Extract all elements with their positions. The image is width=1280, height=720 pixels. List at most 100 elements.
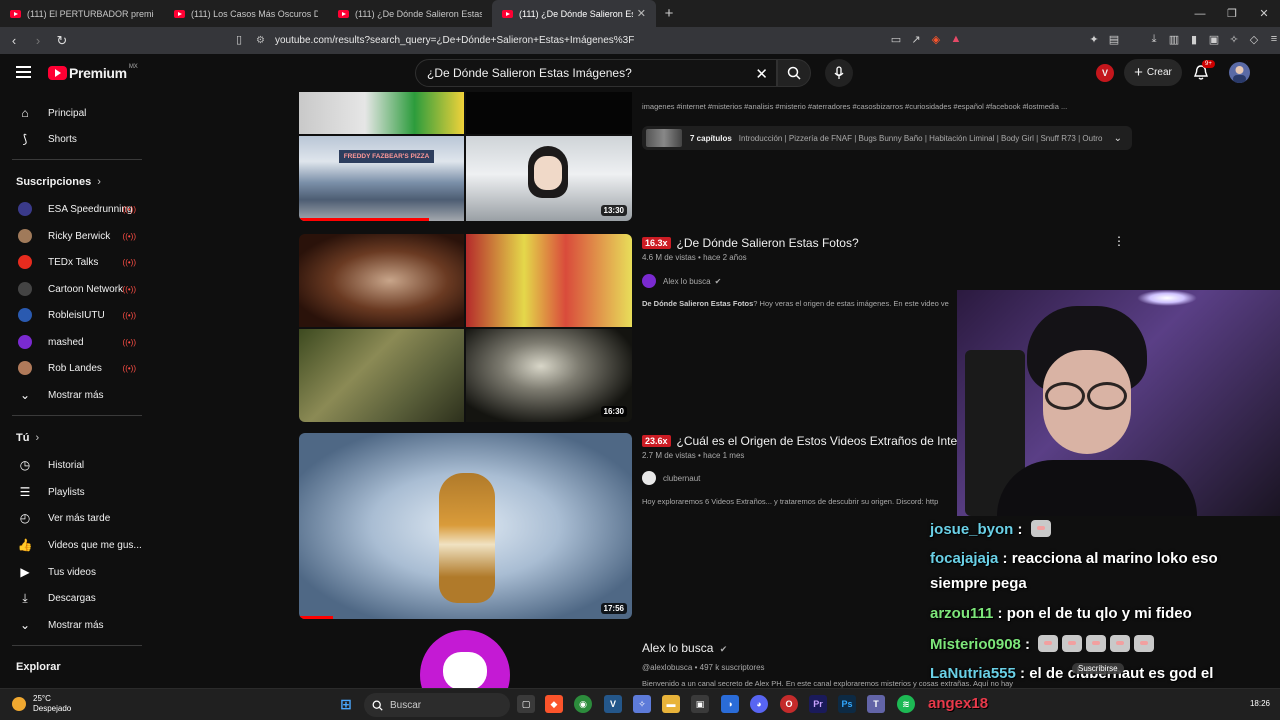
taskbar-search[interactable]: Buscar — [364, 693, 510, 717]
channel-meta: @alexlobusca • 497 k suscriptores — [642, 663, 765, 672]
verified-icon: ✔ — [714, 276, 722, 286]
opera-icon[interactable]: O — [780, 695, 798, 713]
windows-start-icon[interactable]: ⊞ — [337, 695, 355, 713]
sidebar-item-subscription[interactable]: ESA Speedrunning ((•)) — [0, 196, 154, 222]
sidebar-item-playlists[interactable]: ☰ Playlists — [0, 479, 154, 505]
temperature: 25°C — [33, 694, 51, 703]
sidebar-item-subscription[interactable]: Ricky Berwick ((•)) — [0, 223, 154, 249]
browser-tab[interactable]: (111) El PERTURBADOR premio de 40 — [0, 0, 164, 27]
menu-icon[interactable]: ≡ — [1266, 31, 1280, 47]
video-title[interactable]: 16.3x ¿De Dónde Salieron Estas Fotos? — [642, 236, 859, 250]
back-icon[interactable]: ‹ — [4, 31, 24, 51]
channel-link[interactable]: Alex lo busca ✔ — [642, 274, 721, 288]
site-info-icon[interactable]: ⚙ — [256, 35, 265, 46]
subscriber-count: 497 k suscriptores — [699, 663, 765, 672]
vegas-icon[interactable]: V — [604, 695, 622, 713]
sidebar-item-liked[interactable]: 👍 Videos que me gus... — [0, 532, 154, 558]
video-thumbnail[interactable]: 17:56 — [299, 433, 632, 619]
sidebar-item-label: Descargas — [48, 592, 96, 604]
channel-name: Alex lo busca — [663, 276, 711, 286]
restore-icon[interactable]: ❐ — [1216, 0, 1248, 27]
voice-search-button[interactable] — [825, 59, 853, 87]
reader-icon[interactable]: ▥ — [1166, 31, 1182, 47]
sidebar-item-home[interactable]: ⌂ Principal — [0, 100, 154, 126]
brave-shield-icon[interactable]: ◈ — [928, 31, 944, 47]
sidebar-item-subscription[interactable]: TEDx Talks ((•)) — [0, 249, 154, 275]
share-icon[interactable]: ↗ — [908, 31, 924, 47]
browser-tab[interactable]: (111) Los Casos Más Oscuros De Fou — [164, 0, 328, 27]
chevron-down-icon[interactable]: ⌄ — [1114, 133, 1122, 144]
sidebar-item-subscription[interactable]: mashed ((•)) — [0, 329, 154, 355]
wallet-icon[interactable]: ▣ — [1206, 31, 1222, 47]
new-tab-button[interactable]: + — [656, 0, 682, 27]
brave-browser-icon[interactable]: ◆ — [545, 695, 563, 713]
video-title[interactable]: 23.6x ¿Cuál es el Origen de Estos Videos … — [642, 434, 957, 448]
view-count: 2.7 M de vistas — [642, 451, 696, 460]
chrome-icon[interactable]: ◉ — [574, 695, 592, 713]
face-shape — [534, 156, 562, 190]
task-view-icon[interactable]: ▢ — [517, 695, 535, 713]
store-icon[interactable]: ▣ — [691, 695, 709, 713]
close-tab-icon[interactable]: ✕ — [637, 7, 646, 20]
extensions-icon[interactable]: ✦ — [1086, 31, 1102, 47]
sidebar-item-history[interactable]: ◷ Historial — [0, 452, 154, 478]
user-avatar[interactable] — [1229, 62, 1250, 83]
browser-tab[interactable]: (111) ¿De Dónde Salieron Estas Imág — [328, 0, 492, 27]
leo-icon[interactable]: ✧ — [1226, 31, 1242, 47]
subscriptions-heading[interactable]: Suscripciones › — [16, 176, 101, 188]
sidebar-item-subscription[interactable]: Cartoon Network ((•)) — [0, 276, 154, 302]
browser-tab-active[interactable]: (111) ¿De Dónde Salieron Estas I ✕ — [492, 0, 656, 27]
show-more-you[interactable]: ⌄ Mostrar más — [0, 612, 154, 638]
download-icon[interactable]: ⤓ — [1146, 31, 1162, 47]
sidebar-item-subscription[interactable]: RobleisIUTU ((•)) — [0, 302, 154, 328]
like-icon: 👍 — [17, 538, 33, 552]
youtube-premium-logo[interactable]: Premium MX — [48, 64, 138, 81]
panel-icon[interactable]: ▮ — [1186, 31, 1202, 47]
channel-title[interactable]: Alex lo busca ✔ — [642, 641, 727, 655]
clear-search-icon[interactable]: ✕ — [755, 65, 768, 83]
notifications-button[interactable]: 9+ — [1193, 60, 1215, 82]
chapters-bar[interactable]: 7 capítulos Introducción | Pizzería de F… — [642, 126, 1132, 150]
search-input[interactable]: ¿De Dónde Salieron Estas Imágenes? ✕ — [415, 59, 777, 87]
discord-icon[interactable]: ◕ — [750, 695, 768, 713]
teams-icon[interactable]: T — [867, 695, 885, 713]
sidebar-item-watch-later[interactable]: ◴ Ver más tarde — [0, 505, 154, 531]
sidebar-toggle-icon[interactable]: ▤ — [1106, 31, 1122, 47]
system-clock[interactable]: 18:26 — [1250, 699, 1270, 708]
brand-account-avatar[interactable]: V — [1096, 64, 1114, 82]
photoshop-icon[interactable]: Ps — [838, 695, 856, 713]
close-window-icon[interactable]: ✕ — [1248, 0, 1280, 27]
url-field[interactable]: ⚙ youtube.com/results?search_query=¿De+D… — [256, 31, 976, 50]
show-more-subscriptions[interactable]: ⌄ Mostrar más — [0, 382, 154, 408]
reload-icon[interactable]: ↻ — [52, 31, 72, 51]
create-button[interactable]: + Crear — [1124, 59, 1182, 86]
bookmark-icon[interactable]: ▯ — [236, 33, 242, 46]
sidebar-item-downloads[interactable]: ⤓ Descargas — [0, 585, 154, 611]
search-button[interactable] — [777, 59, 811, 87]
premiere-icon[interactable]: Pr — [809, 695, 827, 713]
app-icon[interactable]: ✧ — [633, 695, 651, 713]
video-thumbnail[interactable]: 16:30 — [299, 234, 632, 422]
app-icon[interactable]: ◑ — [721, 695, 739, 713]
spotify-icon[interactable]: ≋ — [897, 695, 915, 713]
sidebar-item-label: Mostrar más — [48, 389, 104, 401]
taskbar-search-label: Buscar — [390, 699, 422, 711]
sidebar-item-your-videos[interactable]: ▶ Tus videos — [0, 559, 154, 585]
emote-icon — [1030, 520, 1051, 537]
chat-username: arzou111 — [930, 605, 994, 622]
brave-rewards-icon[interactable]: ▲ — [948, 31, 964, 47]
file-explorer-icon[interactable]: ▬ — [662, 695, 680, 713]
forward-icon[interactable]: › — [28, 31, 48, 51]
menu-icon[interactable] — [16, 66, 31, 78]
sidebar-item-shorts[interactable]: ⟆ Shorts — [0, 126, 154, 152]
chat-message: josue_byon : — [930, 520, 1051, 538]
sidebar-item-subscription[interactable]: Rob Landes ((•)) — [0, 355, 154, 381]
vpn-icon[interactable]: ◇ — [1246, 31, 1262, 47]
weather-widget[interactable]: 25°C Despejado — [12, 694, 71, 714]
channel-link[interactable]: clubernaut — [642, 471, 700, 485]
more-options-icon[interactable]: ⋮ — [1113, 234, 1125, 248]
video-thumbnail[interactable]: FREDDY FAZBEAR'S PIZZA 13:30 — [299, 92, 632, 221]
you-heading[interactable]: Tú › — [16, 432, 39, 444]
minimize-icon[interactable]: — — [1184, 0, 1216, 27]
screen-cast-icon[interactable]: ▭ — [888, 31, 904, 47]
